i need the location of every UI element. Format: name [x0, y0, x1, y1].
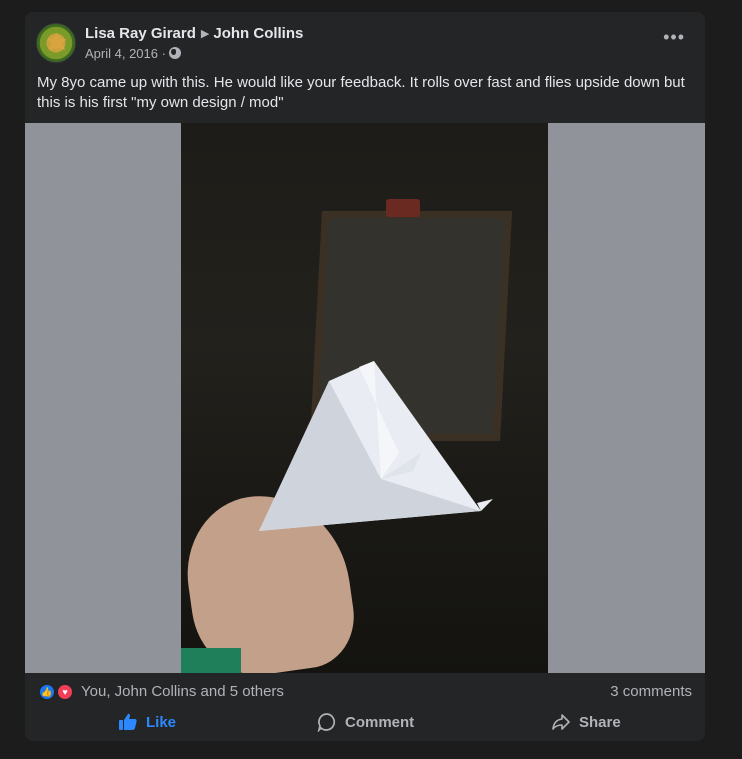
share-button[interactable]: Share	[551, 707, 621, 737]
more-options-icon[interactable]: •••	[663, 28, 685, 46]
share-arrow-icon	[552, 714, 570, 730]
post-names: Lisa Ray Girard ▶ John Collins	[85, 25, 303, 42]
post-header: Lisa Ray Girard ▶ John Collins April 4, 20…	[25, 12, 705, 72]
author-avatar[interactable]	[36, 23, 76, 63]
comment-label: Comment	[345, 713, 415, 731]
thumbs-up-icon[interactable]: 👍	[38, 683, 56, 701]
reactions-summary[interactable]: You, John Collins and 5 others	[81, 683, 284, 700]
target-name[interactable]: John Collins	[213, 25, 303, 42]
comment-bubble-icon	[317, 713, 336, 732]
post-media[interactable]	[25, 123, 705, 673]
post-text: My 8yo came up with this. He would like …	[37, 74, 685, 111]
post-photo[interactable]	[181, 123, 548, 673]
like-label: Like	[146, 713, 177, 731]
comment-button[interactable]: Comment	[317, 707, 414, 737]
reactions-bar: 👍 ♥ You, John Collins and 5 others 3 com…	[25, 673, 705, 707]
like-button[interactable]: Like	[118, 707, 176, 737]
post-meta: April 4, 2016 ·	[85, 46, 181, 61]
caret-right-icon: ▶	[200, 28, 210, 40]
paper-airplane-shape	[259, 361, 493, 531]
author-name[interactable]: Lisa Ray Girard	[85, 25, 196, 42]
comments-count[interactable]: 3 comments	[610, 683, 692, 700]
post-date[interactable]: April 4, 2016	[85, 46, 158, 61]
globe-icon[interactable]	[168, 47, 181, 59]
heart-icon[interactable]: ♥	[56, 683, 74, 701]
meta-separator: ·	[161, 46, 166, 61]
post-card: Lisa Ray Girard ▶ John Collins April 4, 20…	[25, 12, 705, 741]
share-label: Share	[579, 713, 621, 731]
thumbs-up-icon	[119, 713, 137, 730]
actions-bar: Like Comment Share	[25, 707, 705, 741]
avatar-leaf-icon	[48, 33, 66, 53]
